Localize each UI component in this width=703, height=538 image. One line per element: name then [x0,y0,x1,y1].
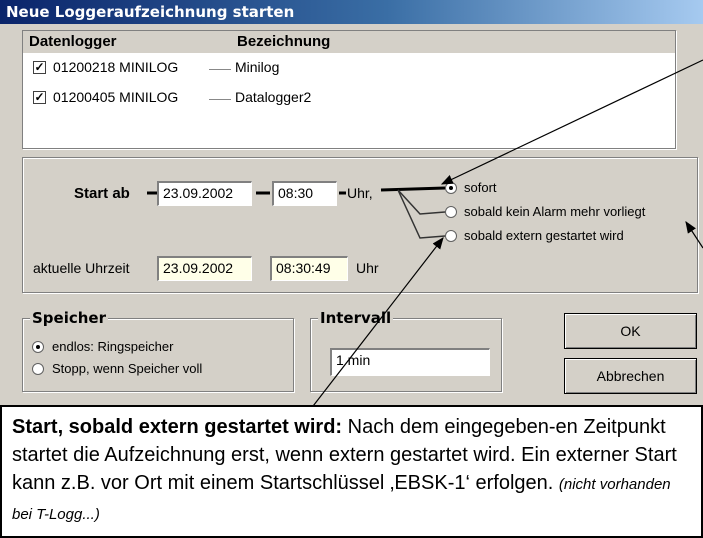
connector-line [380,186,446,192]
annotation-arrow [685,220,703,249]
explanation-box: Start, sobald extern gestartet wird: Nac… [0,405,703,538]
explanation-heading: Start, sobald extern gestartet wird: [12,416,343,438]
annotation-arrow [309,237,444,411]
connector-line [397,189,446,215]
annotation-arrow [440,59,703,185]
